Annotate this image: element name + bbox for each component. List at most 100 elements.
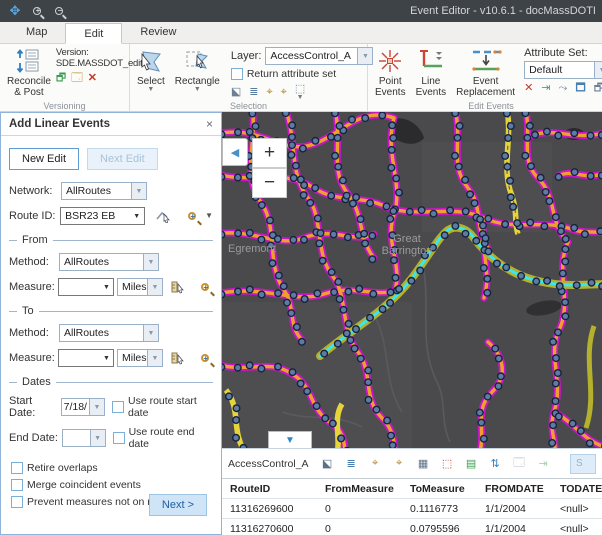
map-viewport[interactable]: Egremont Great Barrington ◀ + − ▼: [222, 112, 602, 448]
clear-selection-icon[interactable]: ⬚▼: [295, 83, 305, 101]
return-attribute-checkbox[interactable]: [231, 68, 243, 80]
titlebar: ✥ + − Event Editor - v10.6.1 - docMassDO…: [0, 0, 602, 22]
col-fromdate[interactable]: FROMDATE: [477, 479, 552, 499]
rectangle-dropdown-caret[interactable]: ▼: [194, 87, 201, 93]
window-title: Event Editor - v10.6.1 - docMassDOTI: [410, 5, 596, 17]
network-dropdown-arrow[interactable]: ▼: [131, 183, 146, 199]
table-clear-selection-icon[interactable]: ⬚: [440, 456, 455, 471]
use-route-end-date-checkbox[interactable]: [113, 432, 125, 444]
from-pick-measure-icon[interactable]: [170, 279, 187, 295]
to-method-dropdown[interactable]: AllRoutes ▼: [59, 324, 159, 342]
table-zoom-to-selection-icon[interactable]: ⌖: [368, 456, 383, 471]
pan-to-selection-icon[interactable]: ⌖: [281, 86, 287, 98]
select-route-on-map-icon[interactable]: [155, 208, 172, 224]
table-split-icon[interactable]: ⇥: [536, 456, 551, 471]
attributes-panels-icon[interactable]: 🗗: [594, 82, 602, 94]
table-sort-icon[interactable]: ⇅: [488, 456, 503, 471]
attribute-table[interactable]: RouteID FromMeasure ToMeasure FROMDATE T…: [222, 478, 602, 535]
from-unit-dropdown[interactable]: Miles ▼: [117, 278, 163, 296]
col-todate[interactable]: TODATE: [552, 479, 602, 499]
versioning-group-label: Versioning: [0, 101, 129, 111]
start-date-combo[interactable]: 7/18/ ▼: [61, 398, 105, 416]
table-row[interactable]: 11316270600 0 0.0795596 1/1/2004 <null> …: [222, 519, 602, 535]
attribute-table-panel: AccessControl_A ⬕ ≣ ⌖ ⌖ ▦ ⬚ ▤ ⇅ 🗔 ⇥ S Ro…: [222, 448, 602, 535]
to-zoom-icon[interactable]: +: [197, 350, 214, 366]
table-header-row: RouteID FromMeasure ToMeasure FROMDATE T…: [222, 479, 602, 499]
collapse-panel-left-button[interactable]: ◀: [222, 138, 248, 166]
map-label-great: Great: [393, 233, 421, 245]
use-route-start-date-checkbox[interactable]: [112, 401, 124, 413]
route-id-combo[interactable]: BSR23 EB ▼: [60, 207, 145, 225]
group-edit-events: Point Events Line Events: [368, 44, 602, 111]
table-partial-button[interactable]: S: [570, 454, 596, 474]
from-method-dropdown[interactable]: AllRoutes ▼: [59, 253, 159, 271]
selection-list-icon[interactable]: ≣: [249, 86, 258, 98]
network-dropdown[interactable]: AllRoutes ▼: [61, 182, 147, 200]
to-measure-combo[interactable]: ▼: [58, 349, 114, 367]
collapse-table-button[interactable]: ▼: [268, 431, 312, 448]
from-measure-combo[interactable]: ▼: [58, 278, 114, 296]
table-row[interactable]: 11316269600 0 0.1116773 1/1/2004 <null> …: [222, 499, 602, 519]
prevent-measures-checkbox[interactable]: [11, 496, 23, 508]
zoom-to-selection-icon[interactable]: ⌖: [266, 86, 272, 98]
group-selection: Select ▼ Rectangle ▼ Layer:: [130, 44, 368, 111]
map-zoom-in-button[interactable]: +: [252, 138, 287, 168]
tab-edit[interactable]: Edit: [65, 23, 122, 44]
col-frommeasure[interactable]: FromMeasure: [317, 479, 402, 499]
map-zoom-out-button[interactable]: −: [252, 168, 287, 198]
route-zoom-caret[interactable]: ▼: [205, 213, 213, 219]
pan-icon[interactable]: ✥: [6, 3, 24, 19]
tab-map[interactable]: Map: [8, 22, 65, 43]
reconcile-post-icon: [16, 48, 42, 74]
to-unit-dropdown[interactable]: Miles ▼: [117, 349, 163, 367]
point-events-button[interactable]: Point Events: [372, 47, 409, 99]
panel-close-icon[interactable]: ×: [206, 117, 213, 131]
next-button[interactable]: Next >: [149, 494, 207, 516]
route-id-combo-arrow[interactable]: ▼: [130, 213, 144, 220]
line-events-caret: [436, 52, 442, 55]
col-routeid[interactable]: RouteID: [222, 479, 317, 499]
to-pick-measure-icon[interactable]: [170, 350, 187, 366]
table-select-by-shape-icon[interactable]: ⬕: [320, 456, 335, 471]
select-tool-icon: [138, 48, 164, 74]
tab-review[interactable]: Review: [122, 22, 194, 43]
reconcile-post-button[interactable]: Reconcile & Post: [4, 47, 54, 99]
delete-version-icon[interactable]: ✕: [88, 72, 97, 84]
event-replacement-icon: [469, 48, 503, 74]
end-date-combo[interactable]: ▼: [62, 429, 106, 447]
select-by-shape-icon[interactable]: ⬕: [231, 86, 241, 98]
split-event-icon[interactable]: ⤳: [559, 82, 568, 94]
layer-label: Layer:: [231, 50, 262, 62]
rectangle-button[interactable]: Rectangle ▼: [172, 47, 223, 101]
table-calculate-icon[interactable]: ▦: [416, 456, 431, 471]
add-linear-events-panel: Add Linear Events × New Edit Next Edit N…: [0, 112, 222, 535]
select-button[interactable]: Select ▼: [134, 47, 168, 101]
new-edit-button[interactable]: New Edit: [9, 148, 79, 170]
point-events-icon: [377, 48, 403, 74]
move-event-icon[interactable]: ⇥: [541, 82, 550, 94]
retire-overlaps-checkbox[interactable]: [11, 462, 23, 474]
compare-versions-icon[interactable]: 🗗: [56, 72, 66, 84]
route-zoom-icon[interactable]: +: [183, 208, 200, 224]
event-replacement-button[interactable]: Event Replacement: [453, 47, 518, 99]
table-toolbar: AccessControl_A ⬕ ≣ ⌖ ⌖ ▦ ⬚ ▤ ⇅ 🗔 ⇥ S: [222, 449, 602, 478]
col-tomeasure[interactable]: ToMeasure: [402, 479, 477, 499]
attribute-set-dropdown-arrow[interactable]: ▼: [594, 62, 602, 78]
select-dropdown-caret[interactable]: ▼: [147, 87, 154, 93]
next-edit-button: Next Edit: [87, 148, 158, 170]
route-id-label: Route ID:: [9, 210, 60, 222]
layer-dropdown[interactable]: AccessControl_A ▼: [265, 47, 373, 65]
new-version-icon[interactable]: 🗔: [71, 72, 83, 84]
table-list-icon[interactable]: ≣: [344, 456, 359, 471]
table-note-icon[interactable]: 🗔: [512, 456, 527, 471]
from-zoom-icon[interactable]: +: [197, 279, 214, 295]
merge-coincident-checkbox[interactable]: [11, 479, 23, 491]
zoom-in-icon[interactable]: +: [28, 3, 46, 19]
table-add-record-icon[interactable]: ▤: [464, 456, 479, 471]
attribute-set-dropdown[interactable]: Default ▼: [524, 61, 602, 79]
line-events-button[interactable]: Line Events: [413, 47, 450, 99]
table-pan-to-selection-icon[interactable]: ⌖: [392, 456, 407, 471]
zoom-out-icon[interactable]: −: [50, 3, 68, 19]
attributes-window-icon[interactable]: 🗖: [575, 82, 585, 94]
delete-event-icon[interactable]: ✕: [524, 82, 533, 94]
